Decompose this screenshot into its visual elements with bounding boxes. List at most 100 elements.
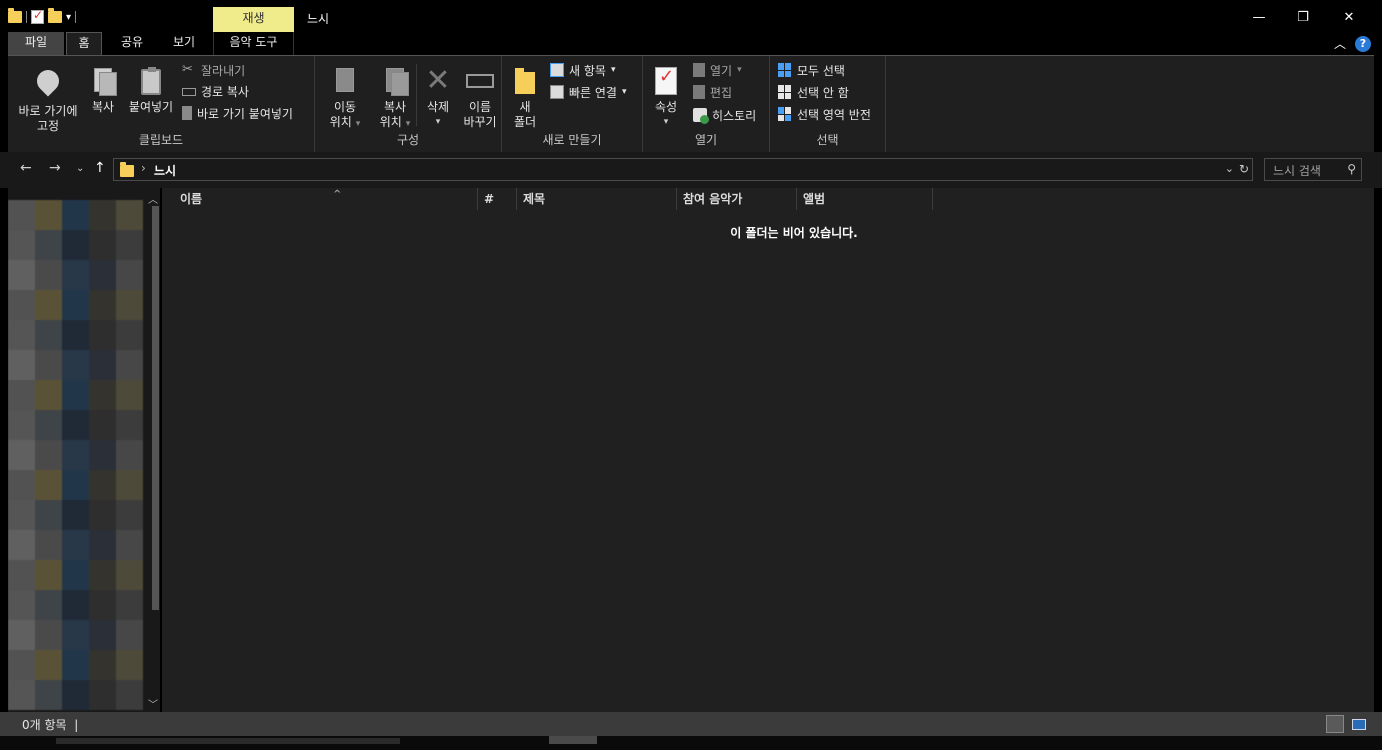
mosaic-cell xyxy=(116,650,143,680)
mosaic-cell xyxy=(8,560,35,590)
edit-icon xyxy=(693,85,705,99)
paste-shortcut-button[interactable]: 바로 가기 붙여넣기 xyxy=(182,103,293,123)
mosaic-cell xyxy=(89,680,116,710)
mosaic-cell xyxy=(89,410,116,440)
mosaic-cell xyxy=(116,230,143,260)
mosaic-cell xyxy=(116,680,143,710)
qat-customize-icon[interactable]: ▾ xyxy=(66,12,71,23)
open-icon xyxy=(693,63,705,77)
column-header-artist[interactable]: 참여 음악가 xyxy=(677,188,797,210)
copy-path-button[interactable]: 경로 복사 xyxy=(182,81,249,101)
breadcrumb-current[interactable]: 느시 xyxy=(154,162,176,179)
group-new: 새 폴더 새 항목 ▾ 빠른 연결 ▾ 새로 만들기 xyxy=(502,56,643,152)
properties-icon[interactable] xyxy=(31,8,44,24)
navigation-pane[interactable]: ︿ ﹀ xyxy=(8,188,160,712)
column-header-number[interactable]: # xyxy=(478,188,517,210)
folder-icon[interactable] xyxy=(8,8,22,23)
mosaic-cell xyxy=(116,260,143,290)
mosaic-cell xyxy=(116,380,143,410)
copy-button[interactable]: 복사 xyxy=(86,66,120,115)
column-header-name[interactable]: 이름 ^ xyxy=(174,188,478,210)
forward-arrow-icon[interactable]: → xyxy=(49,160,61,176)
move-to-button[interactable]: 이동 위치 ▾ xyxy=(321,66,369,132)
minimize-button[interactable]: — xyxy=(1236,6,1282,30)
address-dropdown-icon[interactable]: ⌄ xyxy=(1225,162,1234,175)
recent-locations-chevron-icon[interactable]: ⌄ xyxy=(76,163,84,174)
mosaic-cell xyxy=(35,290,62,320)
group-clipboard: 바로 가기에 고정 복사 붙여넣기 ✂ 잘라내기 경로 복사 바로 가기 붙여넣… xyxy=(8,56,315,152)
mosaic-cell xyxy=(116,620,143,650)
restore-button[interactable]: ❐ xyxy=(1280,6,1326,30)
refresh-icon[interactable]: ↻ xyxy=(1239,162,1249,176)
easy-access-button[interactable]: 빠른 연결 ▾ xyxy=(550,82,627,102)
cut-button[interactable]: ✂ 잘라내기 xyxy=(182,60,245,80)
group-label-open: 열기 xyxy=(694,133,718,147)
back-arrow-icon[interactable]: ← xyxy=(20,160,32,176)
select-none-button[interactable]: 선택 안 함 xyxy=(778,82,849,102)
tab-view[interactable]: 보기 xyxy=(164,32,204,55)
tab-file[interactable]: 파일 xyxy=(8,32,64,55)
qat-separator xyxy=(26,11,27,23)
breadcrumb-chevron-icon[interactable]: › xyxy=(141,161,146,175)
address-bar[interactable]: › 느시 ⌄ ↻ xyxy=(113,158,1253,181)
scroll-up-icon[interactable]: ︿ xyxy=(148,191,158,206)
nav-scrollbar-thumb[interactable] xyxy=(152,206,159,610)
delete-button[interactable]: ✕ 삭제 ▾ xyxy=(419,66,457,130)
rename-button[interactable]: 이름 바꾸기 xyxy=(459,66,501,130)
invert-selection-button[interactable]: 선택 영역 반전 xyxy=(778,104,871,124)
close-button[interactable]: ✕ xyxy=(1326,6,1372,30)
scroll-down-icon[interactable]: ﹀ xyxy=(148,696,158,711)
column-header-album[interactable]: 앨범 xyxy=(797,188,933,210)
mosaic-cell xyxy=(8,440,35,470)
tab-home[interactable]: 홈 xyxy=(66,32,102,55)
file-list[interactable]: 이름 ^ # 제목 참여 음악가 앨범 이 폴더는 비어 있습니다. xyxy=(162,188,1374,712)
mosaic-cell xyxy=(8,260,35,290)
edit-button[interactable]: 편집 xyxy=(693,82,732,102)
mosaic-cell xyxy=(35,470,62,500)
mosaic-cell xyxy=(116,200,143,230)
column-header-title[interactable]: 제목 xyxy=(517,188,677,210)
pin-to-quick-access-button[interactable]: 바로 가기에 고정 xyxy=(14,65,82,134)
search-placeholder: 느시 검색 xyxy=(1273,164,1321,178)
mosaic-cell xyxy=(116,590,143,620)
properties-button[interactable]: 속성 ▾ xyxy=(649,66,683,130)
new-folder-icon xyxy=(515,68,535,94)
search-box[interactable]: 느시 검색 ⚲ xyxy=(1264,158,1362,181)
new-item-button[interactable]: 새 항목 ▾ xyxy=(550,60,615,80)
up-arrow-icon[interactable]: ↑ xyxy=(94,160,106,176)
mosaic-cell xyxy=(35,650,62,680)
window-title: 느시 xyxy=(307,12,330,26)
mosaic-cell xyxy=(8,470,35,500)
collapse-ribbon-icon[interactable]: ︿ xyxy=(1334,35,1346,52)
history-button[interactable]: 히스토리 xyxy=(693,105,756,125)
mosaic-cell xyxy=(62,650,89,680)
large-icons-view-icon[interactable] xyxy=(1350,715,1368,733)
mosaic-cell xyxy=(8,320,35,350)
open-button[interactable]: 열기 ▾ xyxy=(693,60,742,80)
mosaic-cell xyxy=(8,680,35,710)
mosaic-cell xyxy=(8,590,35,620)
new-folder-button[interactable]: 새 폴더 xyxy=(508,66,542,130)
mosaic-cell xyxy=(35,260,62,290)
mosaic-cell xyxy=(89,260,116,290)
tab-music-tools[interactable]: 음악 도구 xyxy=(213,32,294,55)
mosaic-cell xyxy=(35,590,62,620)
mosaic-cell xyxy=(8,410,35,440)
mosaic-cell xyxy=(8,500,35,530)
copy-to-button[interactable]: 복사 위치 ▾ xyxy=(373,66,417,132)
invert-selection-icon xyxy=(778,107,792,121)
mosaic-cell xyxy=(89,590,116,620)
details-view-icon[interactable] xyxy=(1326,715,1344,733)
horizontal-scrollbar-thumb[interactable] xyxy=(549,736,597,744)
obscured-tree xyxy=(8,200,144,712)
search-icon[interactable]: ⚲ xyxy=(1347,162,1356,176)
group-organize: 이동 위치 ▾ 복사 위치 ▾ ✕ 삭제 ▾ 이름 바꾸기 구성 xyxy=(315,56,502,152)
mosaic-cell xyxy=(62,230,89,260)
new-folder-icon[interactable] xyxy=(48,8,62,23)
select-all-button[interactable]: 모두 선택 xyxy=(778,60,845,80)
paste-button[interactable]: 붙여넣기 xyxy=(124,66,178,115)
help-icon[interactable]: ? xyxy=(1355,36,1371,52)
rename-icon xyxy=(466,74,494,88)
mosaic-cell xyxy=(62,380,89,410)
tab-share[interactable]: 공유 xyxy=(112,32,152,55)
